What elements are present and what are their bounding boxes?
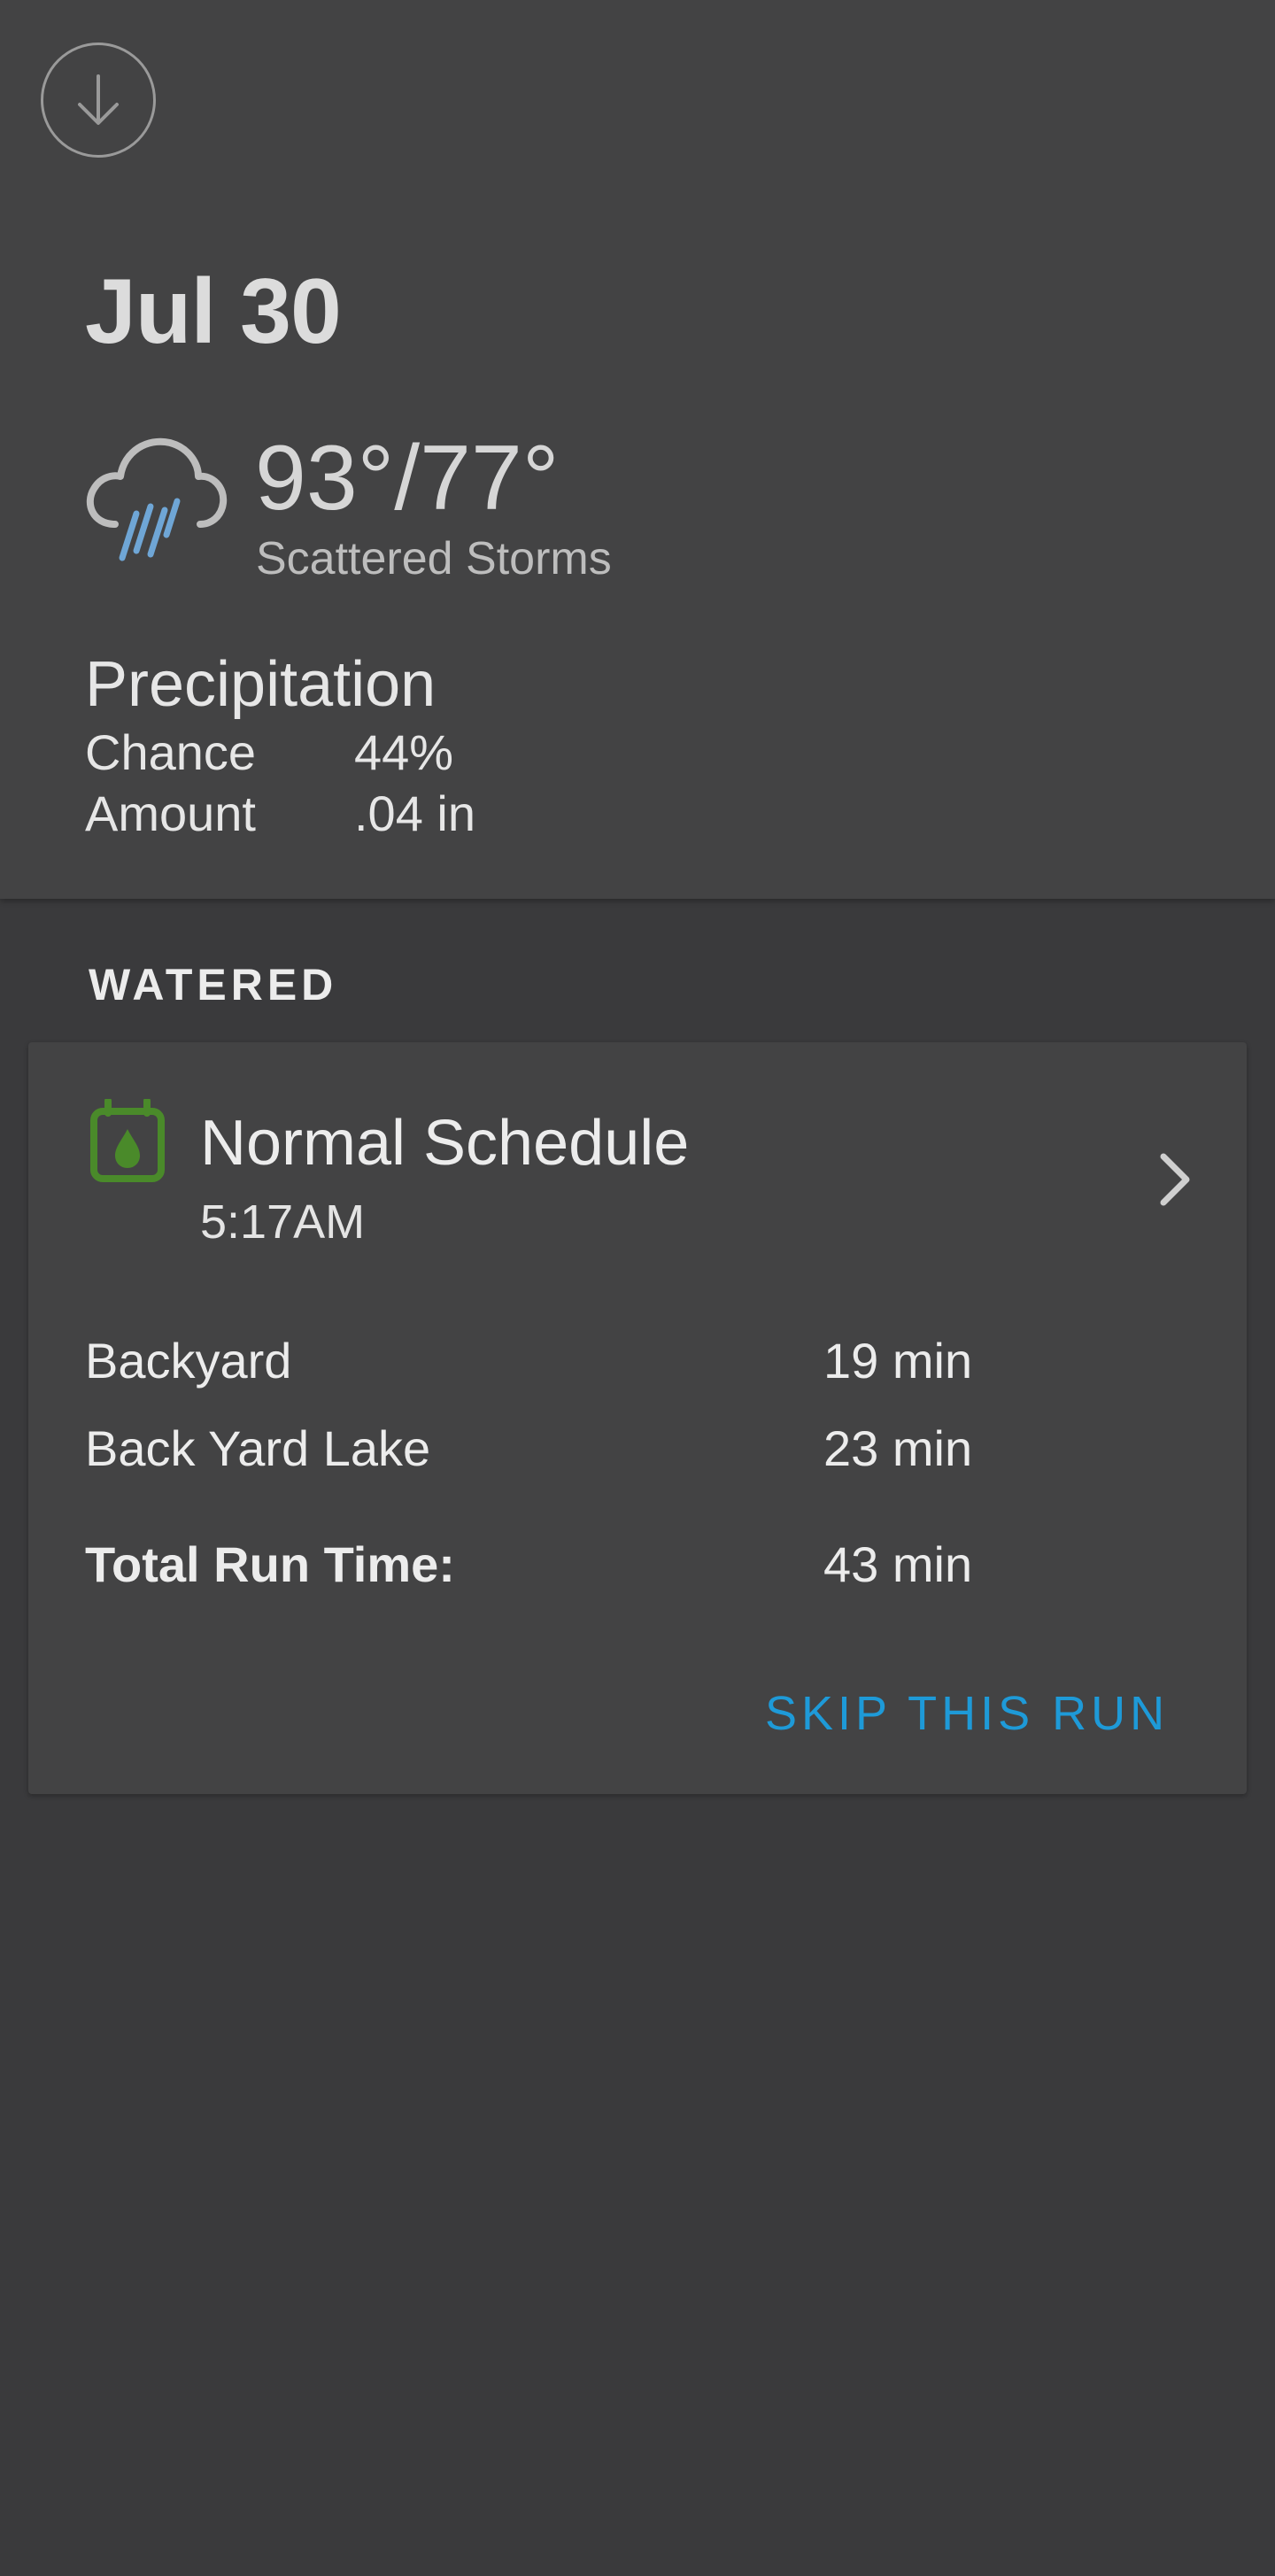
- skip-this-run-button[interactable]: SKIP THIS RUN: [765, 1678, 1169, 1749]
- zone-duration: 23 min: [823, 1420, 973, 1476]
- precipitation-chance-label: Chance: [85, 724, 257, 780]
- zone-row: Back Yard Lake 23 min: [85, 1417, 1148, 1481]
- zone-name: Back Yard Lake: [85, 1420, 431, 1476]
- schedule-name: Normal Schedule: [200, 1108, 690, 1179]
- arrow-down-icon: [78, 74, 119, 125]
- watered-section-heading: WATERED: [89, 960, 338, 1010]
- precipitation-amount-label: Amount: [85, 785, 256, 841]
- zone-row: Backyard 19 min: [85, 1329, 1148, 1393]
- calendar-water-drop-icon: [90, 1099, 165, 1182]
- zone-name: Backyard: [85, 1333, 292, 1389]
- chevron-right-icon[interactable]: [1153, 1144, 1197, 1215]
- zone-duration: 19 min: [823, 1333, 973, 1389]
- watering-run-card[interactable]: Normal Schedule 5:17AM Backyard 19 min B…: [28, 1042, 1247, 1794]
- weather-summary-card: Jul 30 93°/77° Scattered Storms Precipit…: [0, 0, 1275, 899]
- schedule-start-time: 5:17AM: [200, 1195, 366, 1249]
- total-run-time-label: Total Run Time:: [85, 1536, 455, 1592]
- precipitation-title: Precipitation: [85, 649, 437, 720]
- weather-conditions: Scattered Storms: [256, 533, 612, 584]
- total-run-time-row: Total Run Time: 43 min: [85, 1533, 1148, 1597]
- date-title: Jul 30: [85, 260, 342, 363]
- temperature-high-low: 93°/77°: [255, 427, 560, 530]
- total-run-time-value: 43 min: [823, 1536, 973, 1592]
- rain-cloud-icon: [87, 437, 228, 561]
- collapse-button[interactable]: [41, 43, 156, 158]
- precipitation-amount-value: .04 in: [354, 785, 475, 841]
- precipitation-chance-value: 44%: [354, 724, 454, 780]
